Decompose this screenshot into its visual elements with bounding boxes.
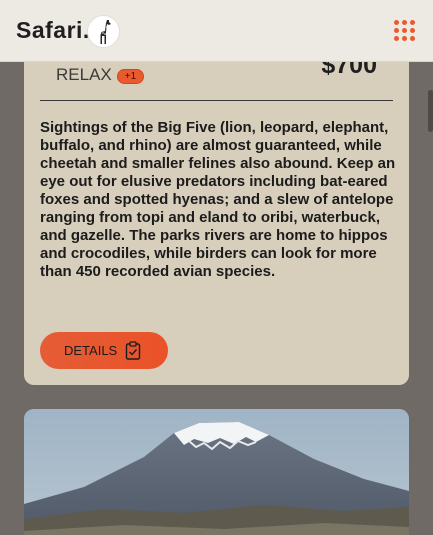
- tour-tag-label: RELAX: [56, 65, 112, 84]
- giraffe-icon[interactable]: [87, 15, 120, 48]
- tour-photo: [24, 409, 409, 535]
- site-header: Safari.: [0, 0, 433, 62]
- divider: [40, 100, 393, 101]
- grid-menu-icon[interactable]: [394, 20, 415, 41]
- tour-card: RELAX +1 $700 Sightings of the Big Five …: [24, 20, 409, 385]
- scrollbar-thumb[interactable]: [428, 90, 433, 132]
- logo-text[interactable]: Safari.: [16, 17, 90, 44]
- tour-tag-badge: +1: [116, 69, 145, 84]
- clipboard-check-icon: [126, 341, 141, 360]
- tour-description: Sightings of the Big Five (lion, leopard…: [40, 119, 396, 280]
- tour-tag: RELAX +1: [56, 65, 145, 85]
- details-button-label: DETAILS: [64, 343, 118, 358]
- details-button[interactable]: DETAILS: [40, 332, 168, 369]
